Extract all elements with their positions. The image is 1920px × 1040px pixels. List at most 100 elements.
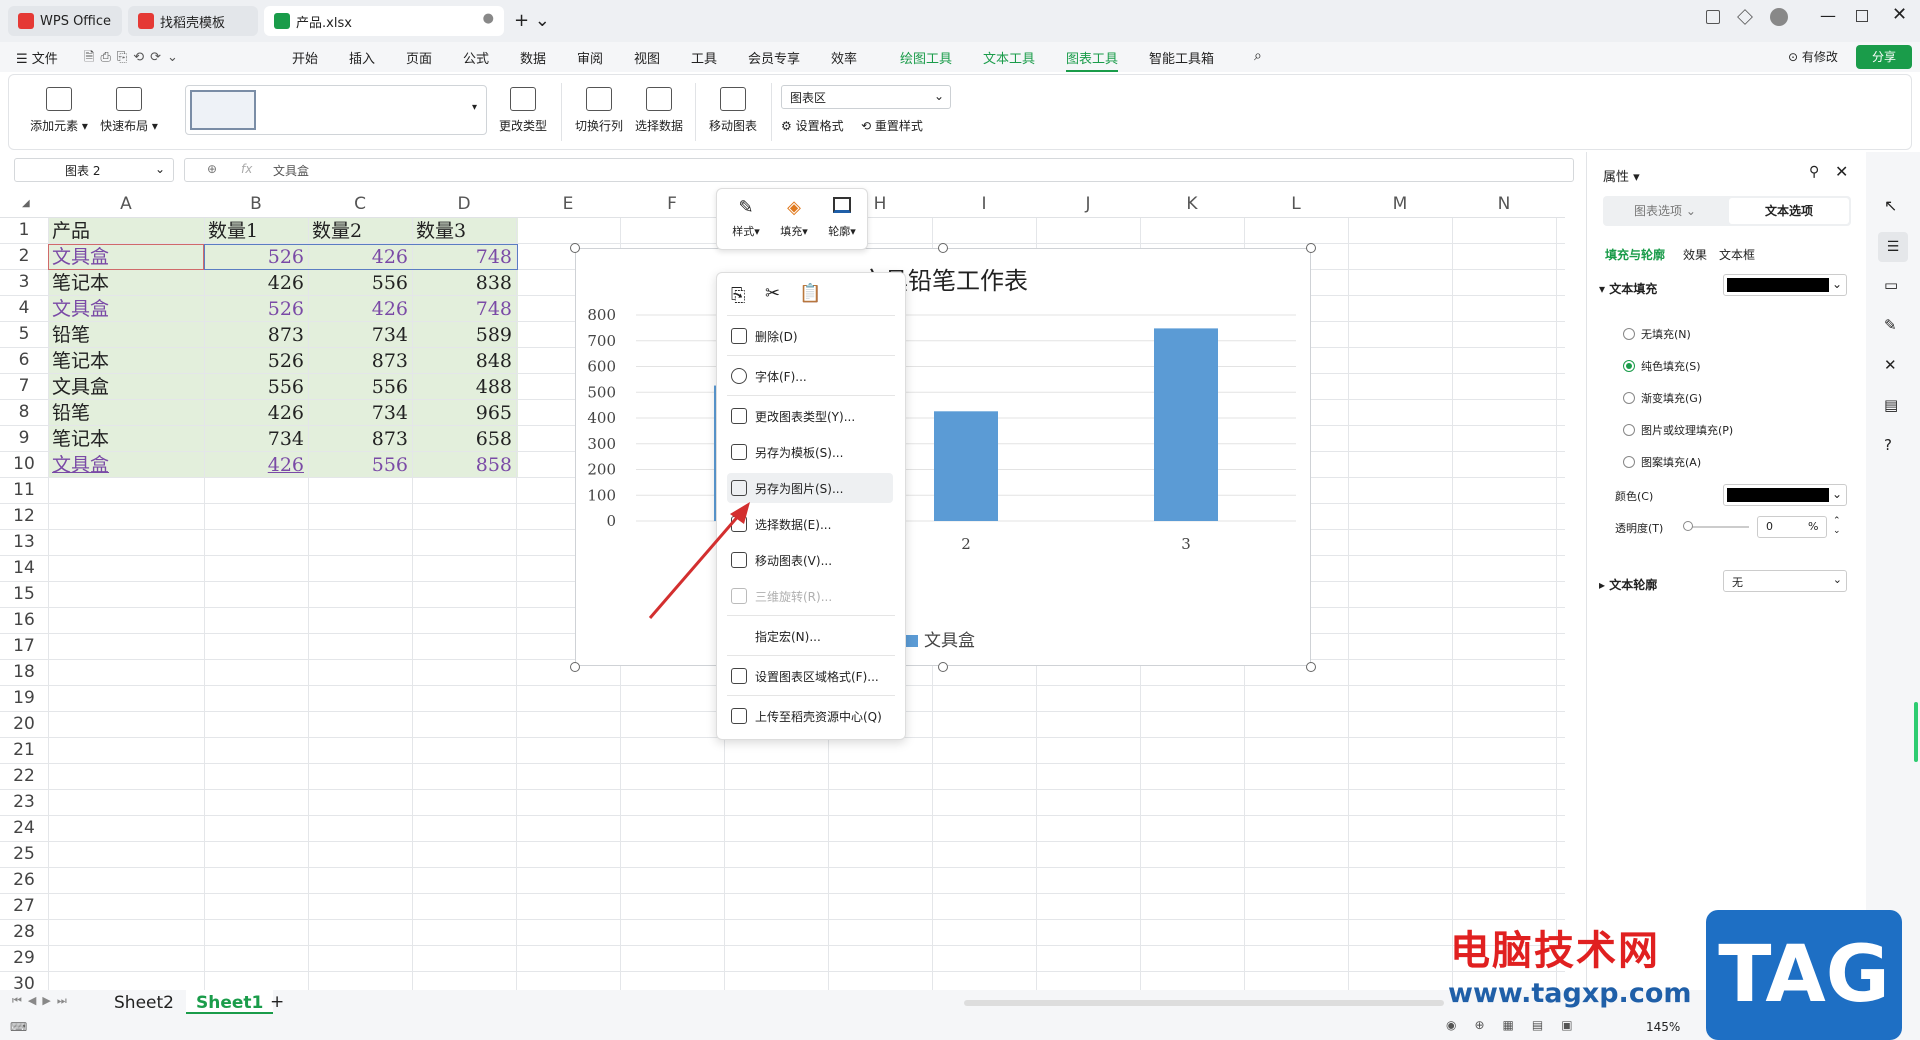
subtab-fill-outline[interactable]: 填充与轮廓 [1605, 246, 1665, 263]
book-icon[interactable]: ▤ [1884, 396, 1898, 414]
col-header-n[interactable]: N [1452, 194, 1556, 214]
stepper-icon[interactable]: ⌃ ⌄ [1833, 516, 1841, 536]
menu-item-delete[interactable]: 删除(D) [727, 321, 893, 351]
tools-icon[interactable]: ✕ [1884, 356, 1897, 374]
menu-drawing-tools[interactable]: 绘图工具 [900, 48, 952, 67]
row-number[interactable]: 24 [0, 818, 48, 838]
chart-style-1[interactable] [190, 90, 256, 130]
menu-item-save-as-image[interactable]: 另存为图片(S)... [727, 473, 893, 503]
tab-text-options[interactable]: 文本选项 [1729, 198, 1849, 224]
col-header-k[interactable]: K [1140, 194, 1244, 214]
cell[interactable]: 铅笔 [52, 400, 200, 426]
col-header-a[interactable]: A [48, 194, 204, 214]
share-button[interactable]: 分享 [1856, 45, 1912, 69]
style-button[interactable]: ✎ 样式▾ [725, 197, 767, 239]
menu-text-tools[interactable]: 文本工具 [983, 48, 1035, 67]
fx-icon[interactable]: fx [241, 162, 252, 176]
transparency-input[interactable]: 0% [1757, 516, 1827, 538]
cell[interactable]: 426 [208, 270, 304, 296]
cell[interactable]: 556 [208, 374, 304, 400]
bar-2[interactable] [934, 411, 998, 521]
cell[interactable]: 556 [312, 374, 408, 400]
panel-title[interactable]: 属性 ▾ [1603, 166, 1640, 185]
reset-style-button[interactable]: ⟲ 重置样式 [861, 117, 923, 134]
cell[interactable]: 526 [208, 348, 304, 374]
cell[interactable]: 965 [416, 400, 512, 426]
sheet-tab-sheet2[interactable]: Sheet2 [114, 993, 174, 1013]
text-fill-color-picker[interactable]: ⌄ [1723, 274, 1847, 296]
cell[interactable]: 产品 [52, 218, 200, 244]
cell[interactable]: 426 [208, 400, 304, 426]
row-number[interactable]: 4 [0, 298, 48, 318]
menu-data[interactable]: 数据 [520, 48, 546, 67]
menu-tools[interactable]: 工具 [691, 48, 717, 67]
switch-rowcol-button[interactable]: 切换行列 [569, 87, 629, 134]
tab-active-file[interactable]: 产品.xlsx ● [264, 6, 504, 36]
radio-picture-fill[interactable] [1623, 424, 1635, 436]
row-number[interactable]: 2 [0, 246, 48, 266]
menu-formula[interactable]: 公式 [463, 48, 489, 67]
style-icon[interactable]: ✎ [1884, 316, 1897, 334]
chart-style-3[interactable] [330, 90, 392, 130]
move-chart-button[interactable]: 移动图表 [701, 87, 765, 134]
radio-gradient-fill[interactable] [1623, 392, 1635, 404]
menu-item-format-chart-area[interactable]: 设置图表区域格式(F)... [727, 661, 893, 691]
col-header-d[interactable]: D [412, 194, 516, 214]
resize-handle[interactable] [1306, 243, 1316, 253]
menu-page[interactable]: 页面 [406, 48, 432, 67]
chart-style-4[interactable] [398, 90, 460, 130]
cell[interactable]: 数量1 [208, 218, 304, 244]
cell[interactable]: 556 [312, 270, 408, 296]
color-picker[interactable]: ⌄ [1723, 484, 1847, 506]
resize-handle[interactable] [1306, 662, 1316, 672]
pin-icon[interactable]: ⚲ [1809, 164, 1819, 180]
selected-cell-a2[interactable] [48, 244, 204, 270]
row-number[interactable]: 10 [0, 454, 48, 474]
select-data-button[interactable]: 选择数据 [629, 87, 689, 134]
close-icon[interactable]: ✕ [1892, 4, 1907, 25]
bar-3[interactable] [1154, 328, 1218, 521]
outline-select[interactable]: 无 ⌄ [1723, 570, 1847, 592]
row-number[interactable]: 3 [0, 272, 48, 292]
row-number[interactable]: 22 [0, 766, 48, 786]
cell[interactable]: 文具盒 [52, 452, 200, 478]
cell[interactable]: 589 [416, 322, 512, 348]
zoom-formula-icon[interactable]: ⊕ [207, 162, 217, 176]
row-number[interactable]: 12 [0, 506, 48, 526]
add-element-button[interactable]: 添加元素 ▾ [29, 87, 89, 134]
cell[interactable]: 426 [312, 296, 408, 322]
row-number[interactable]: 20 [0, 714, 48, 734]
fill-button[interactable]: ◈ 填充▾ [773, 197, 815, 239]
macro-icon[interactable]: ⌨ [10, 1020, 27, 1034]
col-header-c[interactable]: C [308, 194, 412, 214]
cell[interactable]: 556 [312, 452, 408, 478]
quick-layout-button[interactable]: 快速布局 ▾ [99, 87, 159, 134]
row-number[interactable]: 30 [0, 974, 48, 990]
menu-item-font[interactable]: 字体(F)... [727, 361, 893, 391]
row-number[interactable]: 9 [0, 428, 48, 448]
row-number[interactable]: 27 [0, 896, 48, 916]
col-header-f[interactable]: F [620, 194, 724, 214]
row-number[interactable]: 1 [0, 220, 48, 240]
menu-file[interactable]: ☰ 文件 [16, 48, 58, 67]
menu-smart-toolbox[interactable]: 智能工具箱 [1149, 48, 1214, 67]
row-number[interactable]: 14 [0, 558, 48, 578]
menu-item-upload[interactable]: 上传至稻壳资源中心(Q) [727, 701, 893, 731]
col-header-e[interactable]: E [516, 194, 620, 214]
menu-review[interactable]: 审阅 [577, 48, 603, 67]
resize-handle[interactable] [570, 662, 580, 672]
row-number[interactable]: 13 [0, 532, 48, 552]
avatar[interactable] [1770, 8, 1788, 26]
new-tab-icon[interactable]: + ⌄ [514, 10, 550, 31]
legend-label[interactable]: 文具盒 [924, 631, 975, 651]
help-icon[interactable]: ? [1884, 436, 1892, 454]
cell[interactable]: 838 [416, 270, 512, 296]
row-number[interactable]: 8 [0, 402, 48, 422]
slider-handle[interactable] [1683, 521, 1693, 531]
chart-style-2[interactable] [262, 90, 324, 130]
cell[interactable]: 笔记本 [52, 270, 200, 296]
revision-status[interactable]: ⊙ 有修改 [1788, 48, 1838, 65]
formula-input[interactable]: ⊕ fx 文具盒 [184, 158, 1574, 182]
transparency-slider[interactable] [1683, 521, 1749, 531]
legend-swatch[interactable] [906, 635, 918, 647]
